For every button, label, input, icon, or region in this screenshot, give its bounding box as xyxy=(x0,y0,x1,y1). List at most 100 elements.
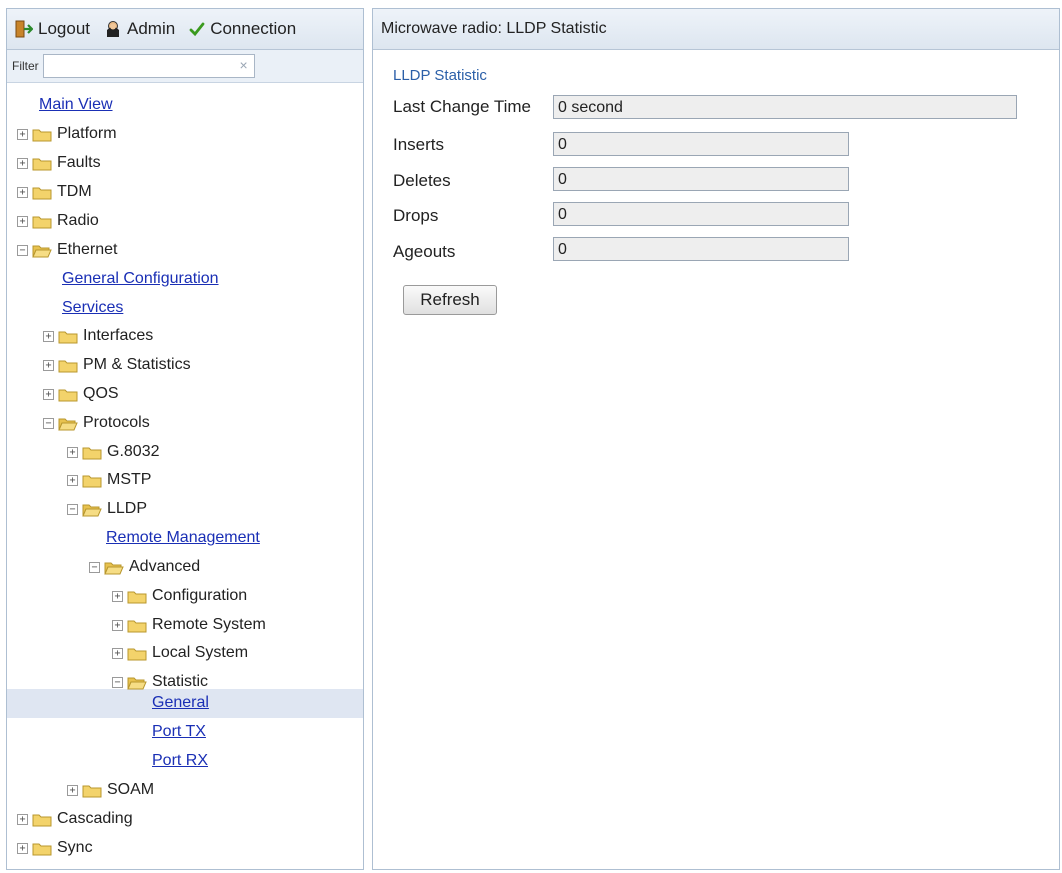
tree-item-label: Ethernet xyxy=(57,241,118,258)
last-change-time-label: Last Change Time xyxy=(393,97,531,116)
tree-item-general[interactable]: General xyxy=(152,690,209,716)
tree-item-local-system[interactable]: + Local System xyxy=(112,640,248,666)
folder-icon xyxy=(58,389,78,401)
tree-item-qos[interactable]: + QOS xyxy=(43,381,119,407)
open-folder-icon xyxy=(104,562,124,574)
tree-item-protocols[interactable]: − Protocols xyxy=(43,410,150,436)
tree-item-label: Remote System xyxy=(152,616,266,633)
folder-icon xyxy=(127,591,147,603)
tree-item-label: LLDP xyxy=(107,500,148,517)
tree-item-label: Local System xyxy=(152,644,249,661)
expand-icon[interactable]: + xyxy=(43,330,54,342)
tree-item-remote-management[interactable]: Remote Management xyxy=(106,525,260,551)
logout-button[interactable]: Logout xyxy=(15,19,90,39)
tree-item-label: SOAM xyxy=(107,781,155,798)
tree-item-sync[interactable]: + Sync xyxy=(17,835,93,861)
clear-filter-icon[interactable]: × xyxy=(239,57,247,73)
expand-icon[interactable]: + xyxy=(17,215,28,227)
tree-item-label: Radio xyxy=(57,212,99,229)
expand-icon[interactable]: + xyxy=(112,647,123,659)
open-folder-icon xyxy=(58,418,78,430)
deletes-label: Deletes xyxy=(393,171,451,190)
expand-icon[interactable]: + xyxy=(17,813,28,825)
expand-icon[interactable]: + xyxy=(112,590,123,602)
expand-icon[interactable]: + xyxy=(17,186,28,198)
collapse-icon[interactable]: − xyxy=(112,676,123,688)
tree-item-faults[interactable]: + Faults xyxy=(17,150,101,176)
collapse-icon[interactable]: − xyxy=(67,503,78,515)
folder-icon xyxy=(32,158,52,170)
drops-label: Drops xyxy=(393,206,439,225)
expand-icon[interactable]: + xyxy=(17,157,28,169)
connection-status[interactable]: Connection xyxy=(189,19,296,39)
tree-item-port-tx[interactable]: Port TX xyxy=(152,719,206,745)
tree-item-label: Sync xyxy=(57,839,93,856)
tree-item-platform[interactable]: + Platform xyxy=(17,121,117,147)
tree-item-interfaces[interactable]: + Interfaces xyxy=(43,323,153,349)
tree-item-mstp[interactable]: + MSTP xyxy=(67,467,151,493)
tree-item-general-configuration[interactable]: General Configuration xyxy=(62,266,219,292)
admin-button[interactable]: Admin xyxy=(104,19,175,39)
tree-item-label: Interfaces xyxy=(83,327,154,344)
tree-item-g8032[interactable]: + G.8032 xyxy=(67,439,159,465)
expand-icon[interactable]: + xyxy=(112,619,123,631)
open-folder-icon xyxy=(82,504,102,516)
expand-icon[interactable]: + xyxy=(67,474,78,486)
expand-icon[interactable]: + xyxy=(67,784,78,796)
filter-bar: Filter × xyxy=(7,50,363,83)
inserts-field: 0 xyxy=(553,132,849,156)
tree-item-label: General xyxy=(152,694,209,711)
tree-item-label: G.8032 xyxy=(107,443,160,460)
tree-item-services[interactable]: Services xyxy=(62,295,123,321)
folder-icon xyxy=(32,814,52,826)
ageouts-field: 0 xyxy=(553,237,849,261)
tree-item-port-rx[interactable]: Port RX xyxy=(152,748,208,774)
collapse-icon[interactable]: − xyxy=(17,244,28,256)
folder-icon xyxy=(127,648,147,660)
collapse-icon[interactable]: − xyxy=(89,561,100,573)
tree-item-label: Faults xyxy=(57,154,101,171)
tree-item-configuration[interactable]: + Configuration xyxy=(112,583,247,609)
tree-item-lldp[interactable]: − LLDP xyxy=(67,496,147,522)
tree-item-ethernet[interactable]: − Ethernet xyxy=(17,237,117,263)
connection-label: Connection xyxy=(210,19,297,38)
expand-icon[interactable]: + xyxy=(67,446,78,458)
tree-item-advanced[interactable]: − Advanced xyxy=(89,554,200,580)
filter-field: × xyxy=(42,54,255,78)
deletes-field: 0 xyxy=(553,167,849,191)
drops-field: 0 xyxy=(553,202,849,226)
collapse-icon[interactable]: − xyxy=(43,417,54,429)
refresh-button[interactable]: Refresh xyxy=(403,285,497,315)
content-panel: Microwave radio: LLDP Statistic LLDP Sta… xyxy=(372,8,1060,870)
tree-item-label: Main View xyxy=(39,96,113,113)
tree-item-label: MSTP xyxy=(107,471,152,488)
tree-item-radio[interactable]: + Radio xyxy=(17,208,99,234)
open-folder-icon xyxy=(32,245,52,257)
tree-item-cascading[interactable]: + Cascading xyxy=(17,806,133,832)
tree-item-tdm[interactable]: + TDM xyxy=(17,179,92,205)
tree-item-label: Statistic xyxy=(152,673,209,690)
navigation-panel: Logout Admin Connection Filter × Main Vi… xyxy=(6,8,364,870)
page-title: Microwave radio: LLDP Statistic xyxy=(381,20,607,37)
tree-item-remote-system[interactable]: + Remote System xyxy=(112,612,266,638)
tree-item-soam[interactable]: + SOAM xyxy=(67,777,154,803)
folder-icon xyxy=(82,475,102,487)
folder-icon xyxy=(58,331,78,343)
tree-item-pm-statistics[interactable]: + PM & Statistics xyxy=(43,352,191,378)
tree-item-label: TDM xyxy=(57,183,92,200)
filter-label: Filter xyxy=(12,59,39,73)
tree-item-main-view[interactable]: Main View xyxy=(39,92,113,118)
tree-item-label: PM & Statistics xyxy=(83,356,191,373)
expand-icon[interactable]: + xyxy=(17,842,28,854)
expand-icon[interactable]: + xyxy=(17,128,28,140)
expand-icon[interactable]: + xyxy=(43,359,54,371)
tree-item-label: Remote Management xyxy=(106,529,260,546)
tree-item-label: Advanced xyxy=(129,558,201,575)
tree-item-label: Port RX xyxy=(152,752,209,769)
expand-icon[interactable]: + xyxy=(43,388,54,400)
logout-label: Logout xyxy=(38,19,90,38)
filter-input[interactable] xyxy=(43,57,222,75)
folder-icon xyxy=(32,129,52,141)
folder-icon xyxy=(82,447,102,459)
tree-item-label: Cascading xyxy=(57,810,133,827)
